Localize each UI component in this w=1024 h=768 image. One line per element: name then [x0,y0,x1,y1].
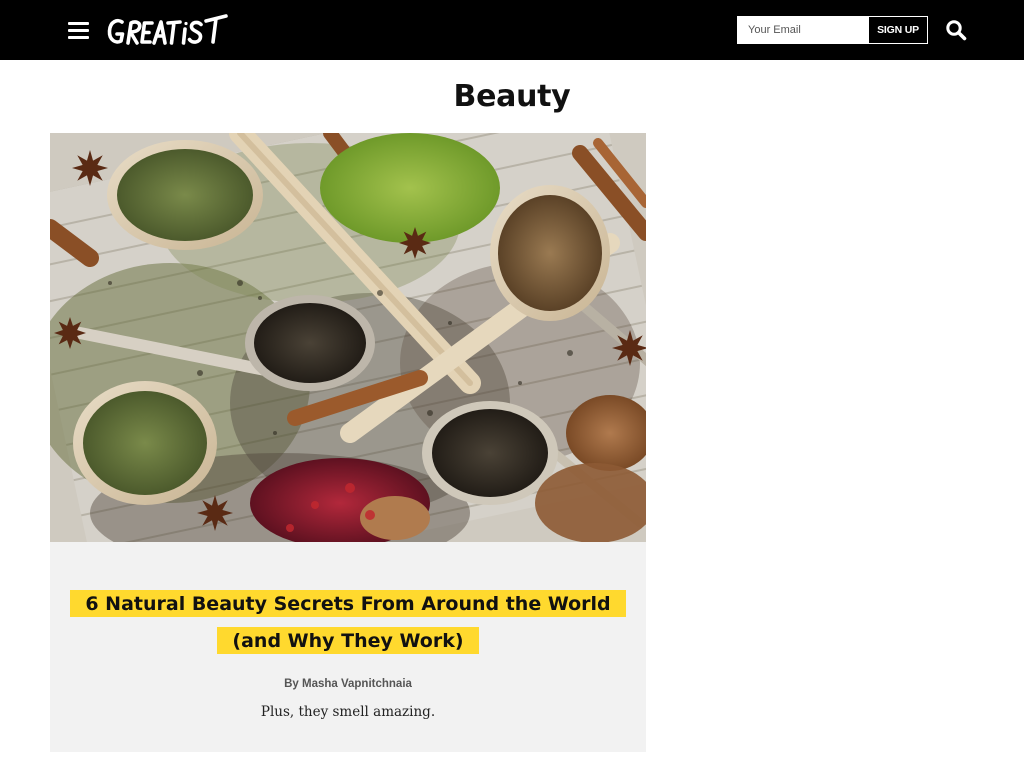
author-name[interactable]: Masha Vapnitchnaia [302,678,412,690]
email-input[interactable] [737,16,868,44]
menu-bar-line [68,36,89,39]
article-dek: Plus, they smell amazing. [260,704,436,720]
menu-bar-line [68,22,89,25]
sign-up-button[interactable]: SIGN UP [868,16,928,44]
article-headline[interactable]: 6 Natural Beauty Secrets From Around the… [50,587,646,661]
headline-line: (and Why They Work) [217,627,479,654]
newsletter-signup-form: SIGN UP [737,16,928,44]
page-title: Beauty [453,79,571,114]
article-hero-image[interactable] [50,133,646,542]
byline-prefix: By [284,678,299,690]
article-byline: By Masha Vapnitchnaia [50,678,646,690]
hamburger-menu-icon[interactable] [68,20,89,39]
greatist-logo-mark [107,14,228,45]
greatist-logo[interactable] [106,12,230,48]
top-navigation-bar: SIGN UP [0,0,1024,60]
menu-bar-line [68,29,89,32]
magnifying-glass-icon[interactable] [945,19,967,41]
article-card: 6 Natural Beauty Secrets From Around the… [50,133,646,752]
headline-line: 6 Natural Beauty Secrets From Around the… [70,590,626,617]
